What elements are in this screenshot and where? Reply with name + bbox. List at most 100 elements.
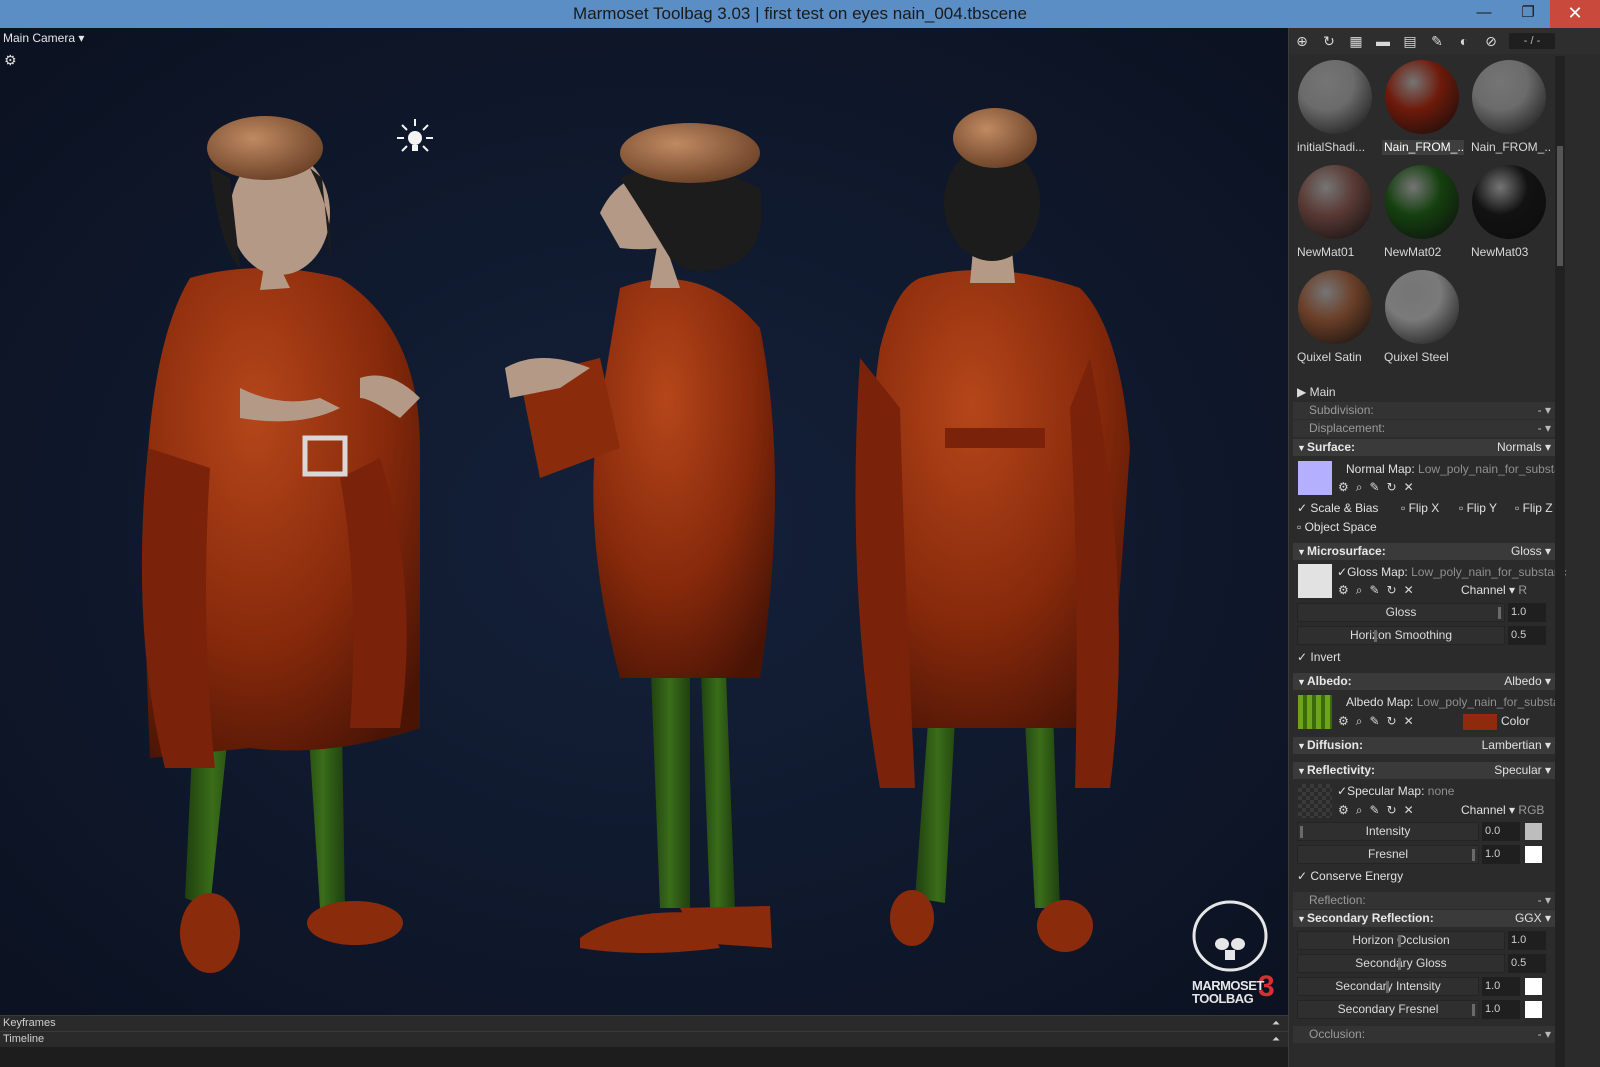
- light-bulb-icon[interactable]: [392, 116, 438, 162]
- restore-button[interactable]: ❐: [1506, 0, 1550, 28]
- material-tile[interactable]: Nain_FROM_...: [1467, 56, 1551, 156]
- trash-icon[interactable]: ▤: [1401, 32, 1419, 50]
- specular-map-swatch[interactable]: [1298, 784, 1332, 818]
- secondary-fresnel-slider[interactable]: Secondary Fresnel: [1297, 1000, 1479, 1019]
- flip-y-checkbox[interactable]: ▫ Flip Y: [1459, 501, 1497, 515]
- intensity-color-swatch[interactable]: [1525, 823, 1542, 840]
- material-tile[interactable]: NewMat02: [1380, 161, 1464, 261]
- horizon-smoothing-slider[interactable]: Horizon Smoothing: [1297, 626, 1505, 645]
- horizon-occlusion-knob[interactable]: [1398, 935, 1401, 947]
- spec-channel-select[interactable]: Channel ▾ RGB: [1461, 803, 1544, 817]
- section-microsurface[interactable]: ▼Microsurface: Gloss ▾: [1293, 543, 1555, 560]
- scale-bias-checkbox[interactable]: ✓ Scale & Bias: [1297, 501, 1378, 515]
- secondary-fresnel-input[interactable]: 1.0: [1482, 1000, 1520, 1019]
- section-reflectivity[interactable]: ▼Reflectivity: Specular ▾: [1293, 762, 1555, 779]
- gear-icon[interactable]: ⚙: [4, 52, 17, 69]
- flip-x-checkbox[interactable]: ▫ Flip X: [1401, 501, 1439, 515]
- material-preview-sphere[interactable]: [1472, 165, 1546, 239]
- flip-z-checkbox[interactable]: ▫ Flip Z: [1515, 501, 1553, 515]
- secondary-fresnel-color-swatch[interactable]: [1525, 1001, 1542, 1018]
- albedo-map-swatch[interactable]: [1298, 695, 1332, 729]
- normal-map-actions[interactable]: ⚙⌕✎↻✕: [1338, 480, 1421, 495]
- material-preview-sphere[interactable]: [1385, 270, 1459, 344]
- gloss-map-swatch[interactable]: [1298, 564, 1332, 598]
- secondary-fresnel-knob[interactable]: [1472, 1004, 1475, 1016]
- keyframes-bar[interactable]: Keyframes ⏶: [0, 1015, 1288, 1031]
- material-preview-sphere[interactable]: [1385, 60, 1459, 134]
- intensity-knob[interactable]: [1300, 826, 1303, 838]
- secondary-intensity-input[interactable]: 1.0: [1482, 977, 1520, 996]
- minimize-button[interactable]: —: [1462, 0, 1506, 28]
- section-subdivision[interactable]: Subdivision: - ▾: [1293, 402, 1555, 419]
- gloss-map-actions[interactable]: ⚙⌕✎↻✕: [1338, 583, 1421, 598]
- material-preview-sphere[interactable]: [1472, 60, 1546, 134]
- secondary-intensity-slider[interactable]: Secondary Intensity: [1297, 977, 1479, 996]
- clear-icon[interactable]: ⊘: [1482, 32, 1500, 50]
- material-tile[interactable]: Nain_FROM_...: [1380, 56, 1464, 156]
- secondary-gloss-knob[interactable]: [1398, 958, 1401, 970]
- secondary-gloss-input[interactable]: 0.5: [1508, 954, 1546, 973]
- material-scrollbar[interactable]: [1555, 56, 1565, 396]
- section-reflection[interactable]: Reflection: - ▾: [1293, 892, 1555, 909]
- section-albedo[interactable]: ▼Albedo: Albedo ▾: [1293, 673, 1555, 690]
- material-preview-sphere[interactable]: [1298, 60, 1372, 134]
- page-indicator[interactable]: - / -: [1509, 33, 1555, 49]
- albedo-map-actions[interactable]: ⚙⌕✎↻✕: [1338, 714, 1421, 729]
- section-displacement[interactable]: Displacement: - ▾: [1293, 420, 1555, 437]
- horizon-occlusion-slider[interactable]: Horizon Occlusion: [1297, 931, 1505, 950]
- secondary-gloss-slider[interactable]: Secondary Gloss: [1297, 954, 1505, 973]
- properties-scrollbar[interactable]: [1555, 384, 1565, 1067]
- fresnel-knob[interactable]: [1472, 849, 1475, 861]
- timeline-bar[interactable]: Timeline ⏶: [0, 1031, 1288, 1047]
- intensity-slider[interactable]: Intensity: [1297, 822, 1479, 841]
- albedo-map-field[interactable]: Albedo Map: Low_poly_nain_for_substar: [1346, 695, 1564, 709]
- duplicate-icon[interactable]: ↻: [1320, 32, 1338, 50]
- close-button[interactable]: ✕: [1550, 0, 1600, 28]
- expand-timeline-icon[interactable]: ⏶: [1272, 1032, 1280, 1047]
- dropper-icon[interactable]: ✎: [1428, 32, 1446, 50]
- albedo-color-swatch[interactable]: [1463, 714, 1497, 730]
- material-tile[interactable]: NewMat01: [1293, 161, 1377, 261]
- normal-map-swatch[interactable]: [1298, 461, 1332, 495]
- section-surface[interactable]: ▼Surface: Normals ▾: [1293, 439, 1555, 456]
- scrollbar-thumb[interactable]: [1557, 146, 1563, 266]
- fresnel-slider[interactable]: Fresnel: [1297, 845, 1479, 864]
- sphere-icon[interactable]: ◐: [1455, 32, 1473, 50]
- 3d-viewport[interactable]: Main Camera ▾ ⚙ MARMOSET TOOLBAG 3: [0, 28, 1310, 1036]
- add-material-icon[interactable]: ⊕: [1293, 32, 1311, 50]
- object-space-checkbox[interactable]: ▫ Object Space: [1297, 520, 1377, 534]
- material-tile[interactable]: Quixel Steel: [1380, 266, 1464, 366]
- conserve-energy-checkbox[interactable]: ✓ Conserve Energy: [1297, 869, 1403, 883]
- material-preview-sphere[interactable]: [1385, 165, 1459, 239]
- secondary-intensity-knob[interactable]: [1386, 981, 1389, 993]
- section-occlusion[interactable]: Occlusion: - ▾: [1293, 1026, 1555, 1043]
- fresnel-color-swatch[interactable]: [1525, 846, 1542, 863]
- material-tile[interactable]: NewMat03: [1467, 161, 1551, 261]
- horizon-smoothing-input[interactable]: 0.5: [1508, 626, 1546, 645]
- material-tile[interactable]: initialShadi...: [1293, 56, 1377, 156]
- material-preview-sphere[interactable]: [1298, 270, 1372, 344]
- normal-map-field[interactable]: Normal Map: Low_poly_nain_for_substar: [1346, 462, 1565, 476]
- section-main[interactable]: ▶ Main: [1293, 384, 1555, 401]
- checker-icon[interactable]: ▦: [1347, 32, 1365, 50]
- horizon-smoothing-knob[interactable]: [1374, 630, 1377, 642]
- gloss-slider-knob[interactable]: [1498, 607, 1501, 619]
- gloss-channel-select[interactable]: Channel ▾ R: [1461, 583, 1527, 597]
- gloss-slider[interactable]: Gloss: [1297, 603, 1505, 622]
- secondary-intensity-color-swatch[interactable]: [1525, 978, 1542, 995]
- material-preview-sphere[interactable]: [1298, 165, 1372, 239]
- fresnel-input[interactable]: 1.0: [1482, 845, 1520, 864]
- gloss-map-field[interactable]: ✓Gloss Map: Low_poly_nain_for_substanc: [1337, 565, 1567, 579]
- section-secondary-reflection[interactable]: ▼Secondary Reflection: GGX ▾: [1293, 910, 1555, 927]
- gloss-value-input[interactable]: 1.0: [1508, 603, 1546, 622]
- horizon-occlusion-input[interactable]: 1.0: [1508, 931, 1546, 950]
- camera-selector[interactable]: Main Camera ▾: [3, 31, 84, 45]
- expand-keyframes-icon[interactable]: ⏶: [1272, 1016, 1280, 1031]
- folder-icon[interactable]: ▬: [1374, 32, 1392, 50]
- invert-checkbox[interactable]: ✓ Invert: [1297, 650, 1340, 664]
- material-tile[interactable]: Quixel Satin: [1293, 266, 1377, 366]
- specular-map-field[interactable]: ✓Specular Map: none: [1337, 784, 1454, 798]
- intensity-input[interactable]: 0.0: [1482, 822, 1520, 841]
- section-diffusion[interactable]: ▼Diffusion: Lambertian ▾: [1293, 737, 1555, 754]
- specular-map-actions[interactable]: ⚙⌕✎↻✕: [1338, 803, 1421, 818]
